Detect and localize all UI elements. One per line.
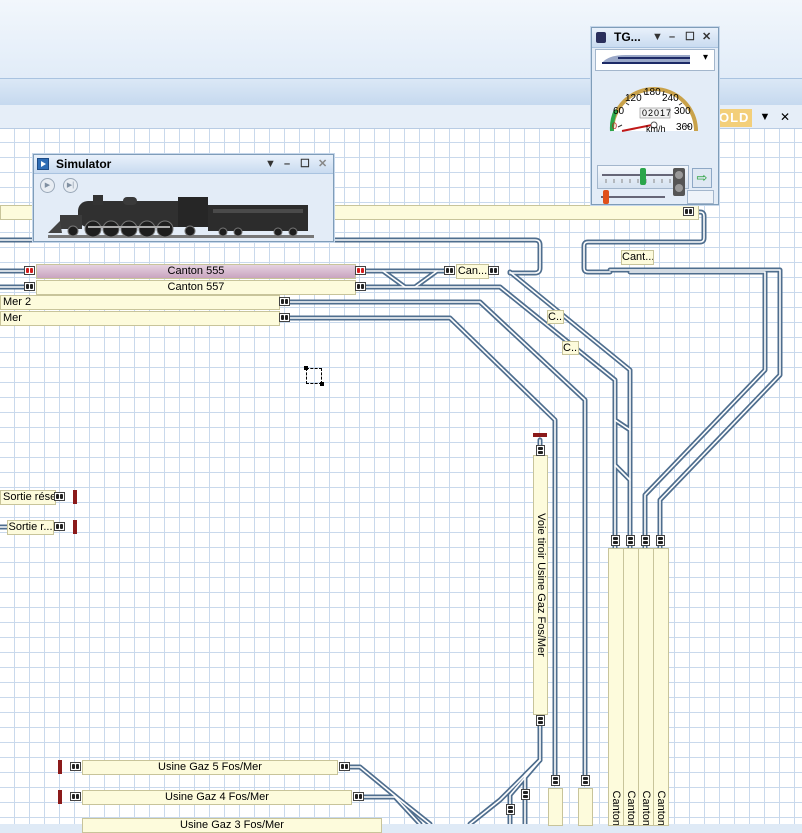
throttle-titlebar[interactable]: TG... ▼ – ☐ ✕: [592, 28, 718, 48]
signal-icon[interactable]: [24, 266, 35, 275]
block-canton-396[interactable]: Canton 396: [623, 548, 639, 826]
brake-slider-thumb: [603, 190, 609, 204]
signal-icon[interactable]: [355, 282, 366, 291]
simulator-title: Simulator: [56, 157, 112, 171]
tgv-train-image: [602, 55, 690, 64]
train-app-icon: [596, 32, 606, 43]
block-canton-397-label: Canton 397: [640, 790, 652, 826]
signal-icon[interactable]: [536, 445, 545, 456]
direction-button[interactable]: ⇨: [692, 168, 712, 188]
block-canton-398[interactable]: Canton 398: [653, 548, 669, 826]
block-canton-395[interactable]: Canton 395: [608, 548, 624, 826]
steam-locomotive-image: [48, 195, 314, 238]
selection-cursor: [304, 366, 324, 386]
block-can-short[interactable]: Can...: [456, 264, 489, 279]
signal-icon[interactable]: [339, 762, 350, 771]
block-cant-short[interactable]: Cant...: [621, 250, 654, 265]
block-canton-397[interactable]: Canton 397: [638, 548, 654, 826]
throttle-title: TG...: [614, 30, 641, 44]
block-canton-396-label: Canton 396: [625, 790, 637, 826]
signal-icon[interactable]: [279, 313, 290, 322]
simulator-titlebar[interactable]: Simulator ▼ – ☐ ✕: [34, 155, 333, 174]
simulator-window[interactable]: Simulator ▼ – ☐ ✕ ▶ ▶|: [33, 154, 334, 242]
signal-icon[interactable]: [551, 775, 560, 786]
block-voie-tiroir-label: Voie tiroir Usine Gaz Fos/Mer: [534, 513, 547, 657]
speed-tick-label: 240: [662, 93, 679, 104]
signal-icon[interactable]: [521, 789, 530, 800]
signal-icon[interactable]: [683, 207, 694, 216]
simulator-app-icon: [37, 158, 49, 170]
buffer-stop-icon: [73, 520, 77, 534]
signal-icon[interactable]: [70, 762, 81, 771]
brake-slider[interactable]: [597, 190, 669, 204]
signal-icon[interactable]: [24, 282, 35, 291]
block-c-2[interactable]: C...: [562, 341, 579, 355]
buffer-stop-icon: [533, 433, 547, 437]
speedometer: 0 60 120 180 240 300 360 02017 km/h: [604, 75, 704, 165]
buffer-stop-icon: [73, 490, 77, 504]
function-panel[interactable]: [687, 190, 714, 204]
locomotive-select[interactable]: ▾: [595, 49, 715, 71]
track-segment: [282, 315, 558, 783]
block-canton-398-label: Canton 398: [655, 790, 667, 826]
block-sortie-1[interactable]: Sortie rése...: [0, 490, 56, 505]
signal-lamp-icon: [673, 168, 685, 196]
signal-icon[interactable]: [353, 792, 364, 801]
speed-tick-label: 120: [625, 93, 642, 104]
block-mer-2[interactable]: Mer 2: [0, 295, 280, 310]
signal-icon[interactable]: [656, 535, 665, 546]
block-c-1[interactable]: C...: [547, 310, 564, 324]
buffer-stop-icon: [58, 760, 62, 774]
track-segment: [627, 269, 768, 543]
signal-icon[interactable]: [355, 266, 366, 275]
block-canton-555[interactable]: Canton 555: [36, 264, 356, 279]
buffer-stop-icon: [58, 790, 62, 804]
window-close-icon[interactable]: ✕: [318, 155, 327, 173]
block-canton-557[interactable]: Canton 557: [36, 280, 356, 295]
speed-tick-label: 60: [613, 106, 625, 117]
signal-icon[interactable]: [506, 804, 515, 815]
step-icon[interactable]: ▶|: [63, 178, 78, 193]
odometer-readout: 02017: [642, 108, 673, 118]
block-sortie-2[interactable]: Sortie r...: [7, 520, 54, 535]
throttle-window[interactable]: TG... ▼ – ☐ ✕ ▾ 0 60 120 180 240 300 360…: [591, 27, 719, 205]
speed-slider-thumb: [640, 168, 646, 185]
signal-icon[interactable]: [54, 492, 65, 501]
block-canton-395-label: Canton 395: [610, 790, 622, 826]
window-menu-icon[interactable]: ▼: [265, 155, 276, 173]
window-close-icon[interactable]: ✕: [702, 28, 711, 47]
signal-icon[interactable]: [581, 775, 590, 786]
signal-icon[interactable]: [488, 266, 499, 275]
speed-unit-label: km/h: [646, 124, 666, 134]
block-right-2[interactable]: [578, 788, 593, 826]
track-segment: [607, 267, 783, 543]
chevron-down-icon: ▾: [702, 52, 708, 63]
window-menu-icon[interactable]: ▼: [652, 28, 663, 47]
play-icon[interactable]: ▶: [40, 178, 55, 193]
speed-tick-label: 0: [612, 121, 618, 131]
speed-tick-label: 180: [644, 87, 661, 98]
signal-icon[interactable]: [536, 715, 545, 726]
signal-icon[interactable]: [54, 522, 65, 531]
block-usine-gaz-3[interactable]: Usine Gaz 3 Fos/Mer: [82, 818, 382, 833]
window-maximize-icon[interactable]: ☐: [685, 28, 695, 47]
window-minimize-icon[interactable]: –: [284, 155, 290, 173]
speed-tick-label: 300: [674, 106, 691, 117]
track-segment: [467, 437, 543, 824]
signal-icon[interactable]: [626, 535, 635, 546]
signal-icon[interactable]: [279, 297, 290, 306]
window-minimize-icon[interactable]: –: [669, 28, 675, 47]
block-mer[interactable]: Mer: [0, 311, 280, 326]
block-usine-gaz-5[interactable]: Usine Gaz 5 Fos/Mer: [82, 760, 338, 775]
block-usine-gaz-4[interactable]: Usine Gaz 4 Fos/Mer: [82, 790, 352, 805]
signal-icon[interactable]: [641, 535, 650, 546]
signal-icon[interactable]: [70, 792, 81, 801]
signal-icon[interactable]: [444, 266, 455, 275]
signal-icon[interactable]: [611, 535, 620, 546]
speed-tick-label: 360: [676, 122, 693, 133]
window-maximize-icon[interactable]: ☐: [300, 155, 310, 173]
block-right-1[interactable]: [548, 788, 563, 826]
block-voie-tiroir[interactable]: Voie tiroir Usine Gaz Fos/Mer: [533, 455, 548, 715]
